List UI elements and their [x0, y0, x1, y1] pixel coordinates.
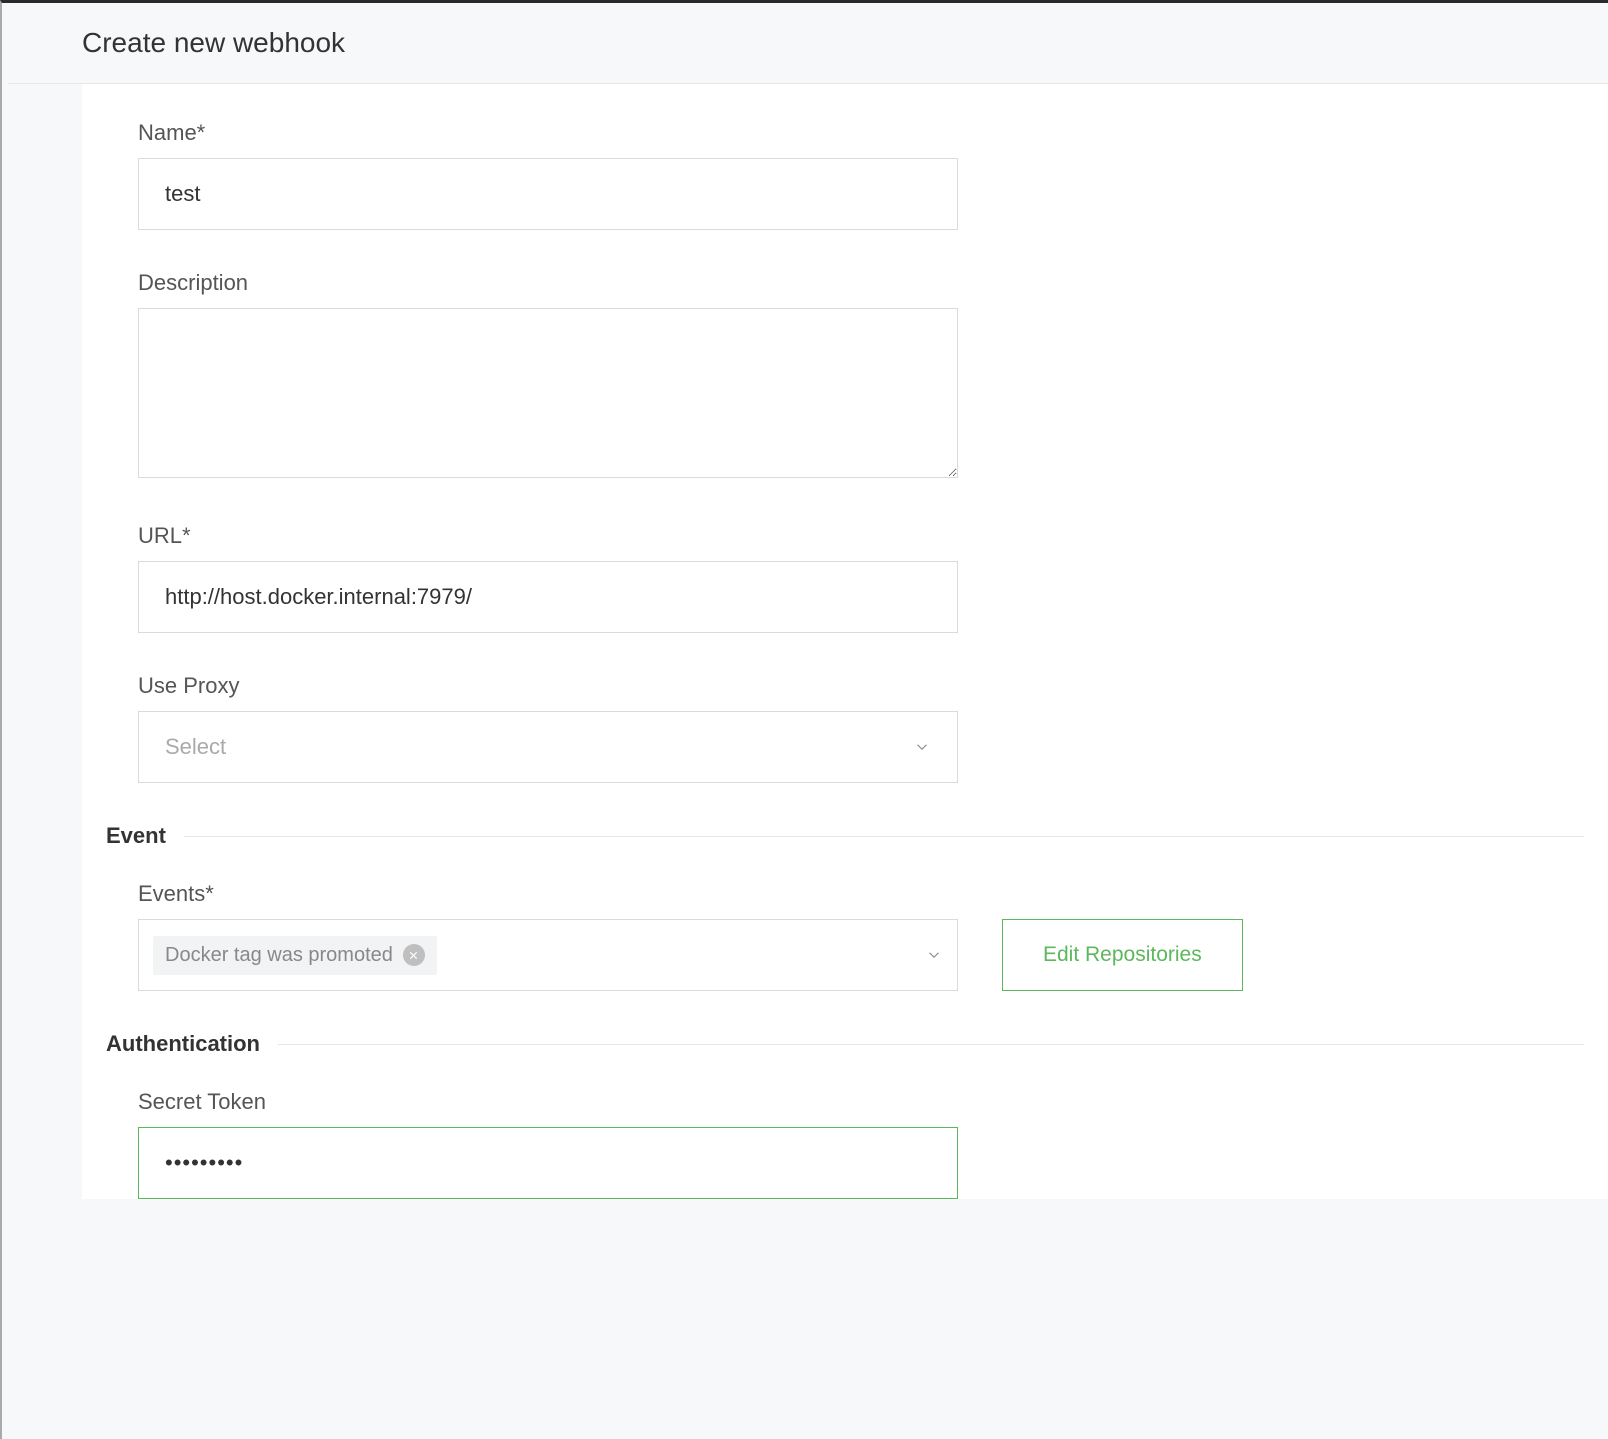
events-label: Events*	[138, 881, 1552, 907]
page-title: Create new webhook	[82, 27, 1608, 59]
description-label: Description	[138, 270, 1552, 296]
name-field-group: Name*	[138, 120, 1552, 230]
use-proxy-select[interactable]: Select	[138, 711, 958, 783]
secret-token-value: •••••••••	[165, 1150, 243, 1176]
event-chip: Docker tag was promoted	[153, 936, 437, 975]
events-field-group: Events* Docker tag was promoted	[138, 881, 1552, 991]
description-field-group: Description	[138, 270, 1552, 483]
name-label: Name*	[138, 120, 1552, 146]
section-divider	[278, 1044, 1584, 1045]
use-proxy-field-group: Use Proxy Select	[138, 673, 1552, 783]
name-input[interactable]	[138, 158, 958, 230]
events-select[interactable]: Docker tag was promoted	[138, 919, 958, 991]
description-textarea[interactable]	[138, 308, 958, 478]
chevron-down-icon	[925, 946, 943, 964]
close-icon	[408, 950, 419, 961]
event-chip-label: Docker tag was promoted	[165, 944, 393, 967]
event-section-header: Event	[82, 823, 1608, 849]
event-section-title: Event	[106, 823, 184, 849]
authentication-section-header: Authentication	[82, 1031, 1608, 1057]
secret-token-label: Secret Token	[138, 1089, 1552, 1115]
webhook-form-panel: Name* Description URL* Use Proxy Select	[82, 84, 1608, 1199]
url-field-group: URL*	[138, 523, 1552, 633]
secret-token-field-group: Secret Token •••••••••	[138, 1089, 1552, 1199]
authentication-section-title: Authentication	[106, 1031, 278, 1057]
chevron-down-icon	[913, 738, 931, 756]
secret-token-input[interactable]: •••••••••	[138, 1127, 958, 1199]
edit-repositories-button[interactable]: Edit Repositories	[1002, 919, 1243, 991]
use-proxy-label: Use Proxy	[138, 673, 1552, 699]
url-input[interactable]	[138, 561, 958, 633]
section-divider	[184, 836, 1584, 837]
use-proxy-placeholder: Select	[165, 734, 226, 760]
page-header: Create new webhook	[8, 3, 1608, 84]
url-label: URL*	[138, 523, 1552, 549]
chip-remove-button[interactable]	[403, 944, 425, 966]
